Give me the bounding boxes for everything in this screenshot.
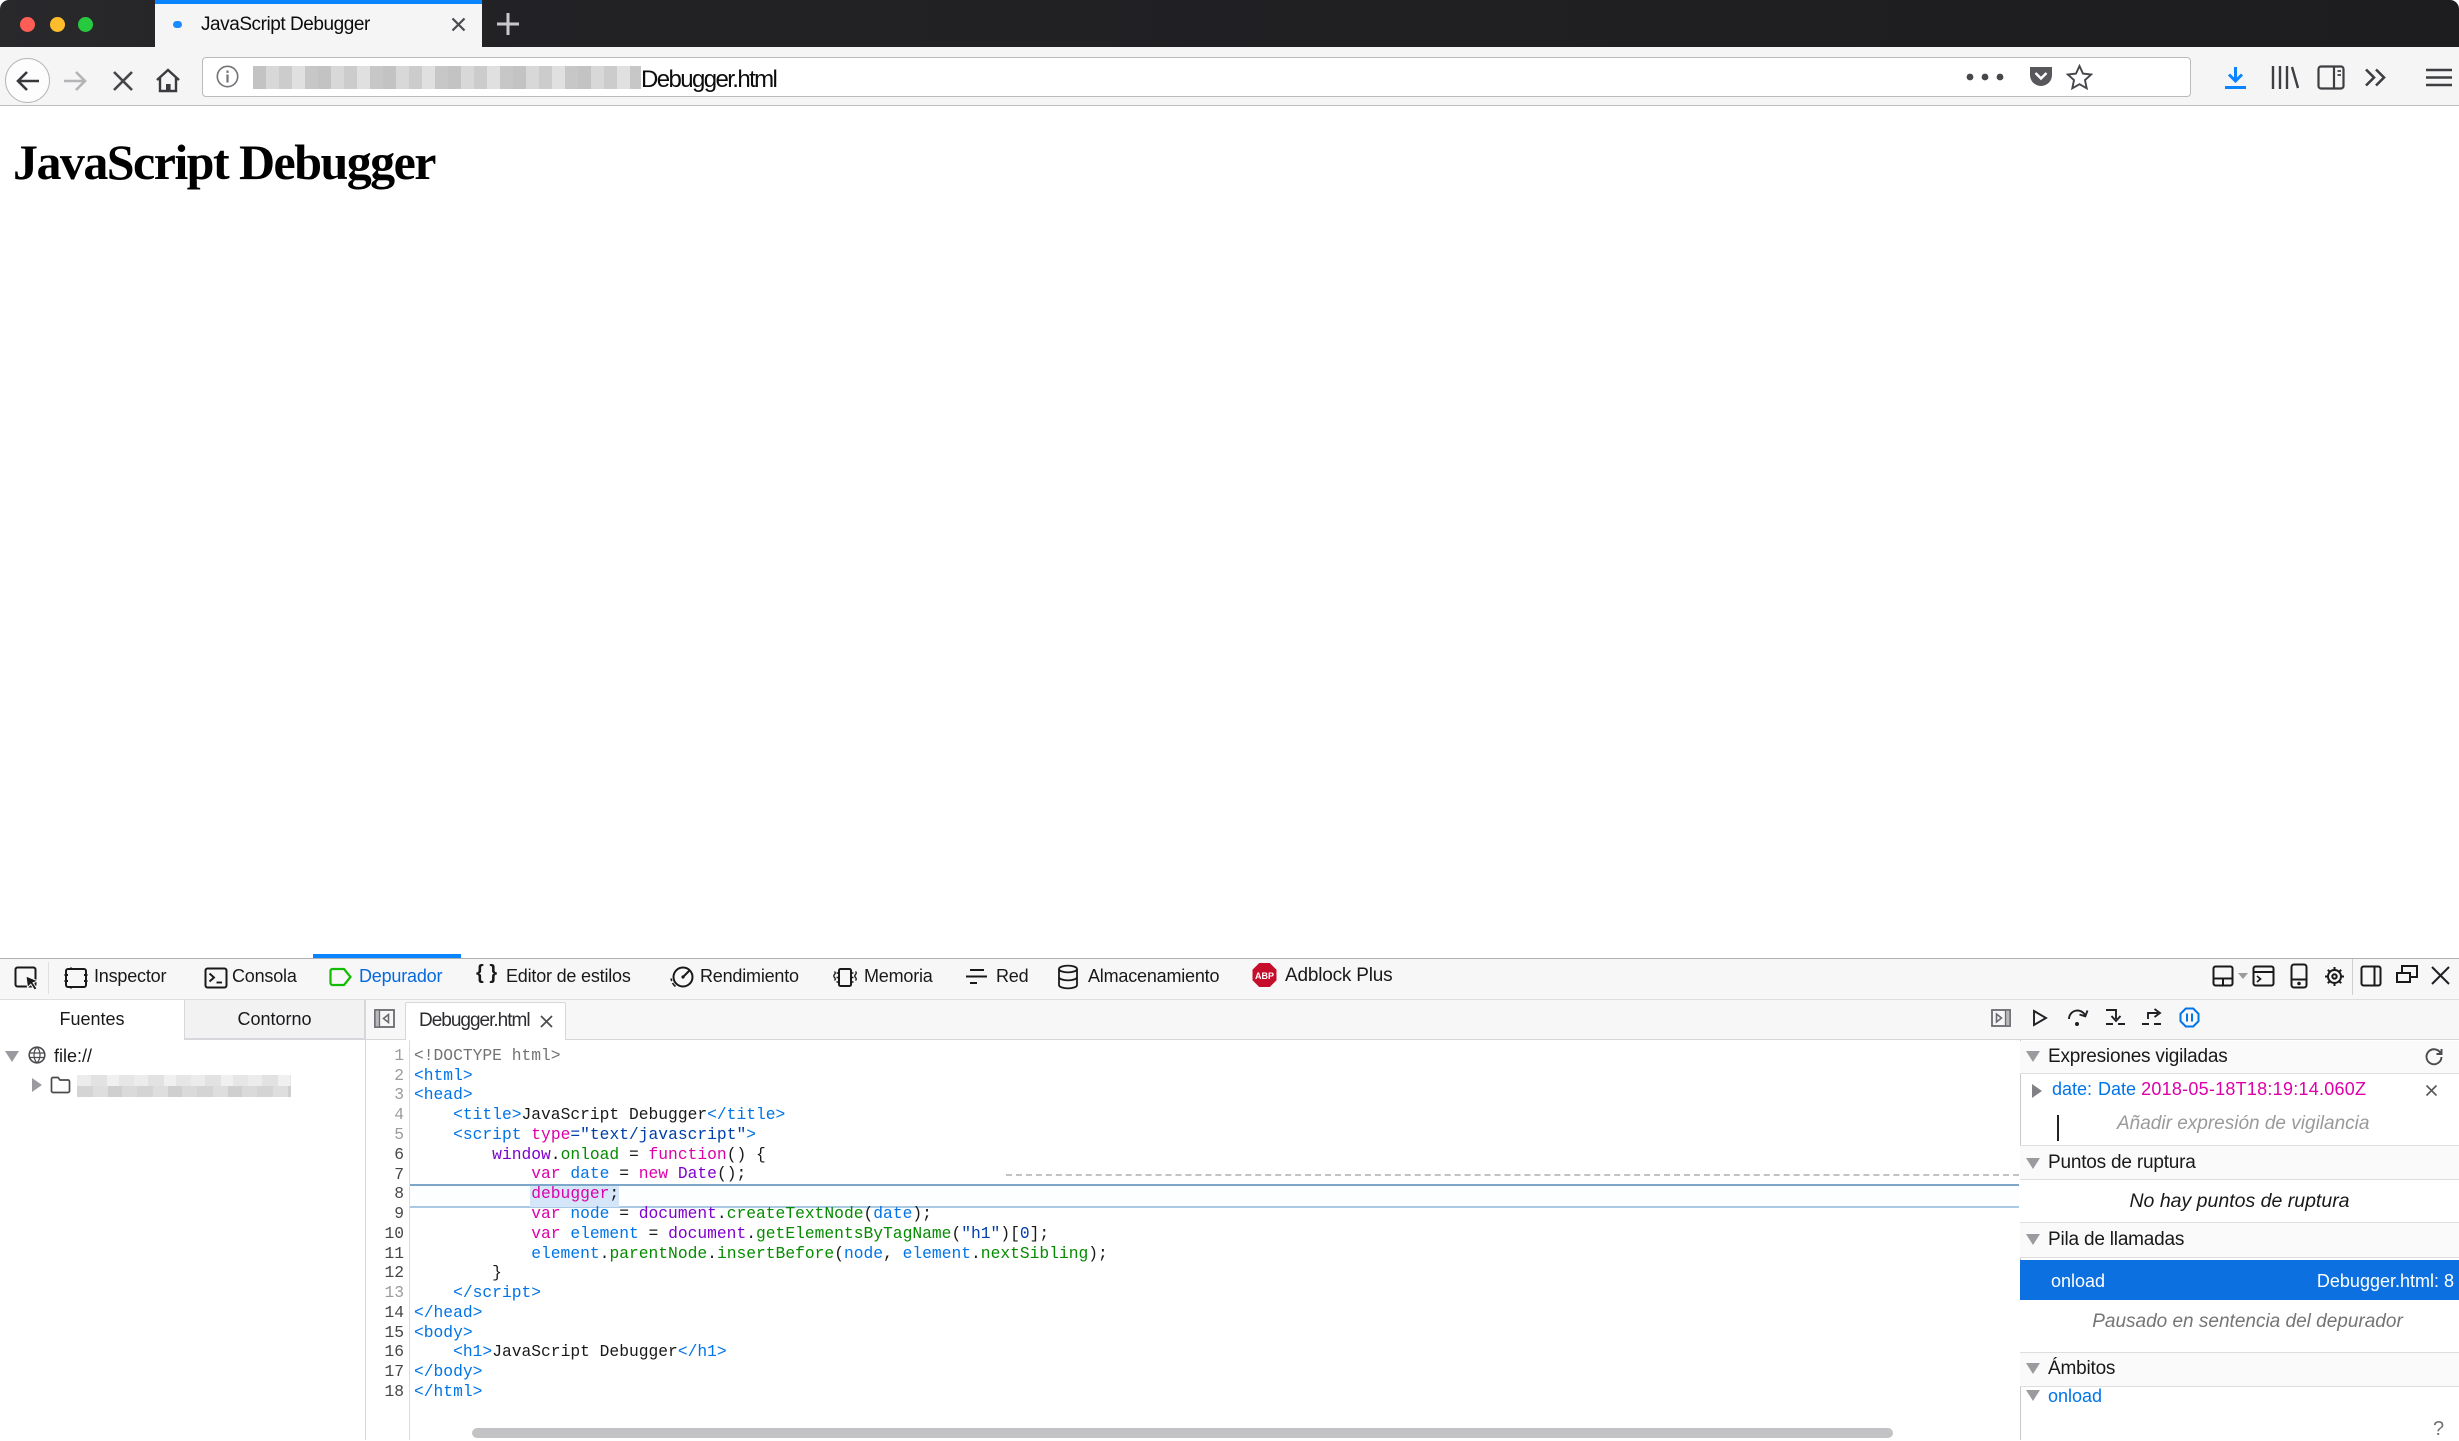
svg-text:ABP: ABP	[1255, 971, 1274, 981]
